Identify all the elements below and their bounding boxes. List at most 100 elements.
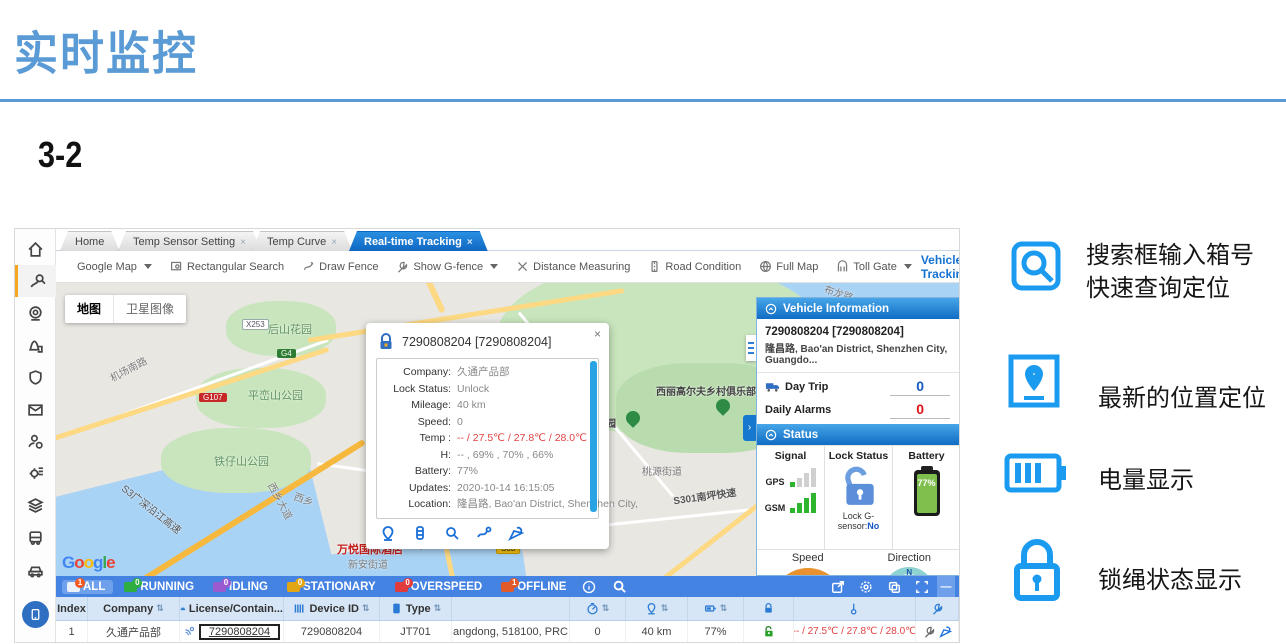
export-icon[interactable]: [831, 580, 845, 594]
search-icon[interactable]: [444, 525, 460, 541]
sidebar-item-users[interactable]: [15, 425, 56, 457]
col-lock[interactable]: [744, 597, 794, 620]
all-filter-icon: 1: [67, 582, 80, 592]
collapse-circle-icon[interactable]: [765, 303, 777, 315]
daily-alarms-value: 0: [890, 401, 950, 419]
panel-address: 隆昌路, Bao'an District, Shenzhen City, Gua…: [757, 340, 960, 373]
tab-temp-sensor-setting[interactable]: Temp Sensor Setting×: [118, 231, 261, 251]
road-condition-button[interactable]: Road Condition: [639, 260, 750, 273]
cell-mileage: 40 km: [626, 621, 688, 642]
wrench-icon[interactable]: [923, 625, 936, 638]
filter-idling[interactable]: 0 IDLING: [208, 580, 276, 594]
tab-close-icon[interactable]: ×: [331, 237, 337, 248]
sidebar-item-monitor[interactable]: [15, 297, 56, 329]
navigate-icon[interactable]: [508, 525, 524, 541]
license-link[interactable]: 7290808204: [199, 624, 280, 640]
map-label: 桃源街道: [642, 463, 682, 478]
battery-graphic-icon: [912, 466, 942, 518]
info-icon[interactable]: [582, 580, 596, 594]
distance-measuring-button[interactable]: Distance Measuring: [507, 260, 639, 273]
globe-icon: [759, 260, 772, 273]
col-temp[interactable]: [794, 597, 916, 620]
tab-close-icon[interactable]: ×: [240, 237, 246, 248]
sidebar-item-messages[interactable]: [15, 393, 56, 425]
sidebar-item-home[interactable]: [15, 233, 56, 265]
collapse-circle-icon[interactable]: [765, 429, 777, 441]
car-icon: [27, 561, 44, 578]
map-type-map-button[interactable]: 地图: [65, 295, 113, 323]
filter-stationary[interactable]: 0 STATIONARY: [282, 580, 384, 594]
daily-alarms-row: Daily Alarms 0: [757, 396, 960, 419]
device-icon: [390, 602, 403, 615]
sidebar-item-tracking[interactable]: [15, 265, 56, 297]
tab-close-icon[interactable]: ×: [467, 237, 473, 248]
tab-bar: Home Temp Sensor Setting× Temp Curve× Re…: [56, 229, 960, 251]
road-icon: [648, 260, 661, 273]
title-divider: [0, 99, 1286, 102]
sidebar-item-security[interactable]: [15, 361, 56, 393]
vehicle-table-row[interactable]: 1 久通产品部 7290808204 7290808204 JT701 angd…: [56, 621, 960, 643]
signal-link-icon[interactable]: [183, 625, 196, 638]
cell-index: 1: [56, 621, 88, 642]
col-type[interactable]: Type⇅: [380, 597, 452, 620]
col-device-id[interactable]: Device ID⇅: [284, 597, 380, 620]
filter-running[interactable]: 0 RUNNING: [119, 580, 202, 594]
gear-icon: [27, 465, 44, 482]
toll-gate-button[interactable]: Toll Gate: [827, 260, 920, 273]
status-filter-bar: 1 ALL 0 RUNNING 0 IDLING 0 STATIONARY 0 …: [56, 576, 960, 597]
filter-all[interactable]: 1 ALL: [62, 580, 113, 594]
track-playback-icon[interactable]: [476, 525, 492, 541]
col-license[interactable]: License/Contain...: [180, 597, 284, 620]
search-annotation-icon: [1008, 238, 1064, 299]
col-index[interactable]: Index: [56, 597, 88, 620]
tab-home[interactable]: Home: [60, 231, 119, 251]
location-pin-icon: [645, 602, 658, 615]
panel-collapse-chevron[interactable]: ›: [743, 415, 756, 441]
cell-type: JT701: [380, 621, 452, 642]
vehicle-table-header: Index Company⇅ License/Contain... Device…: [56, 597, 960, 621]
tab-temp-curve[interactable]: Temp Curve×: [252, 231, 352, 251]
show-gfence-button[interactable]: Show G-fence: [387, 260, 507, 273]
sidebar-item-car[interactable]: [15, 553, 56, 585]
chevron-down-icon: [904, 264, 912, 269]
draw-fence-button[interactable]: Draw Fence: [293, 260, 387, 273]
locate-icon[interactable]: [380, 525, 396, 541]
map-label: 新安街道: [348, 556, 388, 571]
col-location[interactable]: [452, 597, 570, 620]
sort-icon: ⇅: [661, 603, 669, 614]
col-speed[interactable]: ⇅: [570, 597, 626, 620]
sidebar-item-bus[interactable]: [15, 521, 56, 553]
sidebar-item-device-app[interactable]: [22, 601, 49, 628]
search-icon[interactable]: [612, 579, 627, 594]
status-header: Status: [757, 424, 960, 445]
expand-icon[interactable]: [915, 580, 929, 594]
sidebar-item-layers[interactable]: [15, 489, 56, 521]
close-icon[interactable]: ×: [594, 327, 601, 341]
filter-offline[interactable]: 1 OFFLINE: [496, 580, 574, 594]
direction-gauge: Direction N: [859, 550, 961, 576]
col-mileage[interactable]: ⇅: [626, 597, 688, 620]
gear-icon[interactable]: [859, 580, 873, 594]
green-lock-icon[interactable]: [762, 625, 775, 638]
rectangular-search-button[interactable]: Rectangular Search: [161, 260, 293, 273]
col-battery[interactable]: ⇅: [688, 597, 744, 620]
sidebar-item-settings[interactable]: [15, 457, 56, 489]
minimize-icon[interactable]: —: [937, 576, 955, 597]
full-map-button[interactable]: Full Map: [750, 260, 827, 273]
popup-scrollbar[interactable]: [590, 361, 597, 512]
layers-icon: [27, 497, 44, 514]
map-label: 机场南路: [107, 352, 149, 384]
map-source-select[interactable]: Google Map: [68, 261, 161, 273]
col-tools[interactable]: [916, 597, 959, 620]
navigate-icon[interactable]: [939, 625, 952, 638]
col-company[interactable]: Company⇅: [88, 597, 180, 620]
copy-icon[interactable]: [887, 580, 901, 594]
wrench-icon: [396, 260, 409, 273]
legend-handle[interactable]: [746, 335, 756, 361]
map-canvas[interactable]: X253 后山花园 G4 机场南路 平峦山公园 G107 铁仔山公园 S3广深沿…: [56, 283, 960, 576]
tab-realtime-tracking[interactable]: Real-time Tracking×: [349, 231, 488, 251]
sidebar-item-alarms[interactable]: [15, 329, 56, 361]
map-type-satellite-button[interactable]: 卫星图像: [113, 295, 186, 323]
filter-overspeed[interactable]: 0 OVERSPEED: [390, 580, 491, 594]
street-view-icon[interactable]: [412, 525, 428, 541]
